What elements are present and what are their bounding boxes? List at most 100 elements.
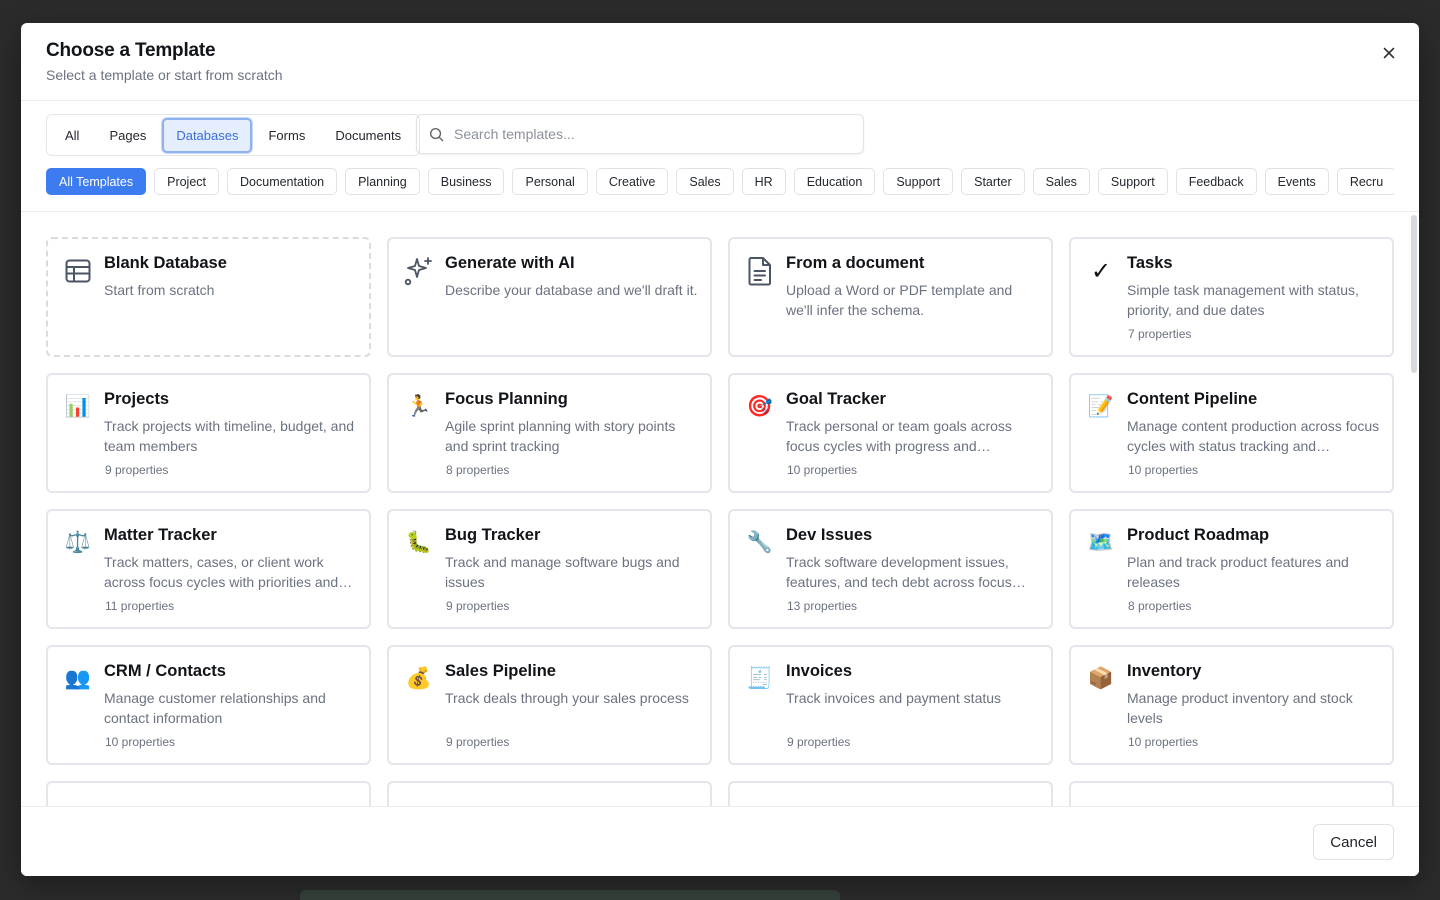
- card-property-count: 8 properties: [446, 463, 510, 477]
- card-description: Track projects with timeline, budget, an…: [104, 418, 355, 454]
- card-property-count: 7 properties: [1128, 327, 1192, 341]
- tab-documents[interactable]: Documents: [321, 118, 415, 153]
- card-description: Simple task management with status, prio…: [1127, 282, 1359, 318]
- card-property-count: 10 properties: [105, 735, 176, 749]
- modal-subtitle: Select a template or start from scratch: [46, 67, 283, 83]
- category-filter-row: All Templates Project Documentation Plannin…: [46, 168, 1394, 196]
- map-icon: 🗺️: [1087, 531, 1115, 554]
- memo-icon: 📝: [1087, 395, 1115, 418]
- category-chip-hr[interactable]: HR: [741, 168, 786, 195]
- bar-chart-icon: 📊: [64, 395, 92, 418]
- card-description: Manage customer relationships and contac…: [104, 690, 326, 726]
- card-property-count: 10 properties: [787, 463, 858, 477]
- scrollbar[interactable]: [1411, 213, 1417, 806]
- category-chip-events[interactable]: Events: [1264, 168, 1329, 195]
- card-title: Focus Planning: [445, 390, 568, 408]
- card-property-count: 8 properties: [1128, 599, 1192, 613]
- scales-icon: ⚖️: [64, 531, 92, 554]
- scrollbar-thumb[interactable]: [1411, 215, 1417, 373]
- toolbar: AllPagesDatabasesFormsDocuments All Temp…: [21, 101, 1419, 212]
- category-chip-sales[interactable]: Sales: [1032, 168, 1090, 195]
- card-description: Track matters, cases, or client work acr…: [104, 554, 339, 590]
- card-description: Manage product inventory and stock level…: [1127, 690, 1353, 726]
- tab-databases[interactable]: Databases: [162, 117, 253, 153]
- card-description: Manage content production across focus c…: [1127, 418, 1380, 454]
- category-chip-project[interactable]: Project: [154, 168, 220, 195]
- card-title: Inventory: [1127, 662, 1202, 680]
- template-card-tasks[interactable]: ✓ Tasks Simple task management with status…: [1069, 237, 1394, 357]
- template-card-matter-tracker[interactable]: ⚖️ Matter Tracker Track matters, cases, or…: [46, 509, 371, 629]
- template-card-inventory[interactable]: 📦 Inventory Manage product inventory and s…: [1069, 645, 1394, 765]
- category-chip-education[interactable]: Education: [793, 168, 876, 195]
- template-card-focus-planning[interactable]: 🏃 Focus Planning Agile sprint planning wit…: [387, 373, 712, 493]
- card-property-count: 9 properties: [446, 599, 510, 613]
- template-card-partial[interactable]: [387, 781, 712, 806]
- card-property-count: 9 properties: [787, 735, 851, 749]
- category-chip-support[interactable]: Support: [883, 168, 954, 195]
- card-description: Start from scratch: [104, 282, 215, 298]
- template-card-from-a-document[interactable]: From a document Upload a Word or PDF temp…: [728, 237, 1053, 357]
- card-description: Describe your database and we'll draft i…: [445, 282, 698, 298]
- money-bag-icon: 💰: [405, 667, 433, 690]
- search-box[interactable]: [416, 114, 864, 154]
- table-icon: [62, 255, 94, 287]
- template-card-partial[interactable]: [46, 781, 371, 806]
- card-title: Bug Tracker: [445, 526, 541, 544]
- search-icon: [429, 127, 444, 141]
- template-card-sales-pipeline[interactable]: 💰 Sales Pipeline Track deals through your …: [387, 645, 712, 765]
- category-chip-starter[interactable]: Starter: [961, 168, 1025, 195]
- template-card-projects[interactable]: 📊 Projects Track projects with timeline, b…: [46, 373, 371, 493]
- card-title: Generate with AI: [445, 254, 575, 272]
- card-property-count: 13 properties: [787, 599, 858, 613]
- category-chip-planning[interactable]: Planning: [345, 168, 420, 195]
- next-row-partial: [46, 781, 1394, 806]
- category-chip-personal[interactable]: Personal: [512, 168, 588, 195]
- tab-pages[interactable]: Pages: [95, 118, 160, 153]
- card-property-count: 10 properties: [1128, 735, 1199, 749]
- category-chip-feedback[interactable]: Feedback: [1175, 168, 1257, 195]
- card-description: Track personal or team goals across focu…: [786, 418, 1012, 454]
- template-card-product-roadmap[interactable]: 🗺️ Product Roadmap Plan and track product …: [1069, 509, 1394, 629]
- people-icon: 👥: [64, 667, 92, 690]
- close-icon: [1383, 47, 1395, 59]
- card-property-count: 11 properties: [105, 599, 175, 613]
- category-chip-recru[interactable]: Recru: [1336, 168, 1394, 195]
- wrench-icon: 🔧: [746, 531, 774, 554]
- card-title: Sales Pipeline: [445, 662, 556, 680]
- category-chip-documentation[interactable]: Documentation: [227, 168, 338, 195]
- card-property-count: 9 properties: [105, 463, 169, 477]
- category-chip-support[interactable]: Support: [1097, 168, 1168, 195]
- category-chip-all-templates[interactable]: All Templates: [46, 168, 147, 195]
- category-chip-creative[interactable]: Creative: [595, 168, 669, 195]
- template-card-generate-with-ai[interactable]: Generate with AI Describe your database a…: [387, 237, 712, 357]
- category-chip-business[interactable]: Business: [427, 168, 505, 195]
- card-title: Goal Tracker: [786, 390, 886, 408]
- template-card-partial[interactable]: [1069, 781, 1394, 806]
- checkmark-icon: ✓: [1090, 257, 1112, 285]
- template-card-invoices[interactable]: 🧾 Invoices Track invoices and payment stat…: [728, 645, 1053, 765]
- cancel-button[interactable]: Cancel: [1313, 824, 1394, 860]
- template-card-goal-tracker[interactable]: 🎯 Goal Tracker Track personal or team goal…: [728, 373, 1053, 493]
- template-card-partial[interactable]: [728, 781, 1053, 806]
- background-panel: [300, 890, 840, 900]
- category-chip-sales[interactable]: Sales: [676, 168, 734, 195]
- card-property-count: 10 properties: [1128, 463, 1199, 477]
- card-title: Matter Tracker: [104, 526, 217, 544]
- template-card-content-pipeline[interactable]: 📝 Content Pipeline Manage content producti…: [1069, 373, 1394, 493]
- close-button[interactable]: [1377, 41, 1401, 65]
- template-card-crm-contacts[interactable]: 👥 CRM / Contacts Manage customer relations…: [46, 645, 371, 765]
- card-title: From a document: [786, 254, 925, 272]
- card-description: Track and manage software bugs and issue…: [445, 554, 680, 590]
- runner-icon: 🏃: [405, 395, 433, 418]
- template-card-blank-database[interactable]: Blank Database Start from scratch: [46, 237, 371, 357]
- tab-forms[interactable]: Forms: [254, 118, 319, 153]
- card-title: Tasks: [1127, 254, 1173, 272]
- template-card-bug-tracker[interactable]: 🐛 Bug Tracker Track and manage software bu…: [387, 509, 712, 629]
- card-description: Track deals through your sales process: [445, 690, 689, 706]
- template-card-dev-issues[interactable]: 🔧 Dev Issues Track software development is…: [728, 509, 1053, 629]
- search-input[interactable]: [454, 126, 834, 142]
- tab-all[interactable]: All: [51, 118, 93, 153]
- template-grid: Blank Database Start from scratch Generate…: [46, 237, 1394, 765]
- document-icon: [744, 255, 776, 287]
- card-description: Agile sprint planning with story points …: [445, 418, 676, 454]
